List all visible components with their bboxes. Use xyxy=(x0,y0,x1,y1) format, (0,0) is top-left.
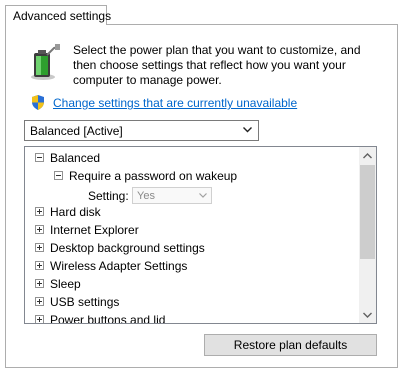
expand-icon[interactable] xyxy=(35,261,44,271)
chevron-up-icon xyxy=(363,153,372,159)
tab-advanced-settings[interactable]: Advanced settings xyxy=(5,5,111,25)
tree-item-desktop-background[interactable]: Desktop background settings xyxy=(35,239,205,257)
tree-item-label: Internet Explorer xyxy=(50,223,139,237)
setting-value: Yes xyxy=(137,190,155,202)
scroll-up-button[interactable] xyxy=(359,147,376,164)
description-text: Select the power plan that you want to c… xyxy=(73,43,361,87)
battery-plug-icon xyxy=(31,44,60,80)
tree-item-label: Balanced xyxy=(50,151,101,165)
tree-item-internet-explorer[interactable]: Internet Explorer xyxy=(35,221,139,239)
tree-item-label: USB settings xyxy=(50,295,120,309)
tree-item-require-password[interactable]: Require a password on wakeup xyxy=(54,167,237,185)
expand-icon[interactable] xyxy=(35,243,44,253)
expand-icon[interactable] xyxy=(35,207,44,217)
tree-item-label: Wireless Adapter Settings xyxy=(50,259,188,273)
tree-item-label: Sleep xyxy=(50,277,81,291)
change-settings-link[interactable]: Change settings that are currently unava… xyxy=(53,96,297,110)
power-plan-select[interactable]: Balanced [Active] xyxy=(24,120,259,141)
tree-item-hard-disk[interactable]: Hard disk xyxy=(35,203,101,221)
tree-item-balanced[interactable]: Balanced xyxy=(35,149,100,167)
expand-icon[interactable] xyxy=(35,315,44,323)
tree-item-wireless-adapter[interactable]: Wireless Adapter Settings xyxy=(35,257,187,275)
uac-shield-icon xyxy=(32,95,44,110)
collapse-icon[interactable] xyxy=(54,171,63,181)
expand-icon[interactable] xyxy=(35,297,44,307)
tree-item-usb-settings[interactable]: USB settings xyxy=(35,293,119,311)
restore-plan-defaults-button[interactable]: Restore plan defaults xyxy=(204,334,377,356)
power-plan-value: Balanced [Active] xyxy=(30,124,123,138)
scroll-thumb[interactable] xyxy=(360,165,375,259)
expand-icon[interactable] xyxy=(35,225,44,235)
scroll-down-button[interactable] xyxy=(359,306,376,323)
chevron-down-icon xyxy=(243,127,252,133)
chevron-down-icon xyxy=(199,193,207,198)
setting-value-select[interactable]: Yes xyxy=(132,187,212,204)
tree-item-sleep[interactable]: Sleep xyxy=(35,275,81,293)
expand-icon[interactable] xyxy=(35,279,44,289)
tree-item-label: Require a password on wakeup xyxy=(69,169,238,183)
vertical-scrollbar[interactable] xyxy=(359,147,376,323)
tree-item-label: Hard disk xyxy=(50,205,101,219)
tree-item-label: Desktop background settings xyxy=(50,241,205,255)
settings-tree: Balanced Require a password on wakeup Se… xyxy=(24,146,377,324)
chevron-down-icon xyxy=(363,312,372,318)
tree-item-power-buttons[interactable]: Power buttons and lid xyxy=(35,311,166,324)
tree-item-label: Power buttons and lid xyxy=(50,313,166,324)
collapse-icon[interactable] xyxy=(35,153,44,163)
